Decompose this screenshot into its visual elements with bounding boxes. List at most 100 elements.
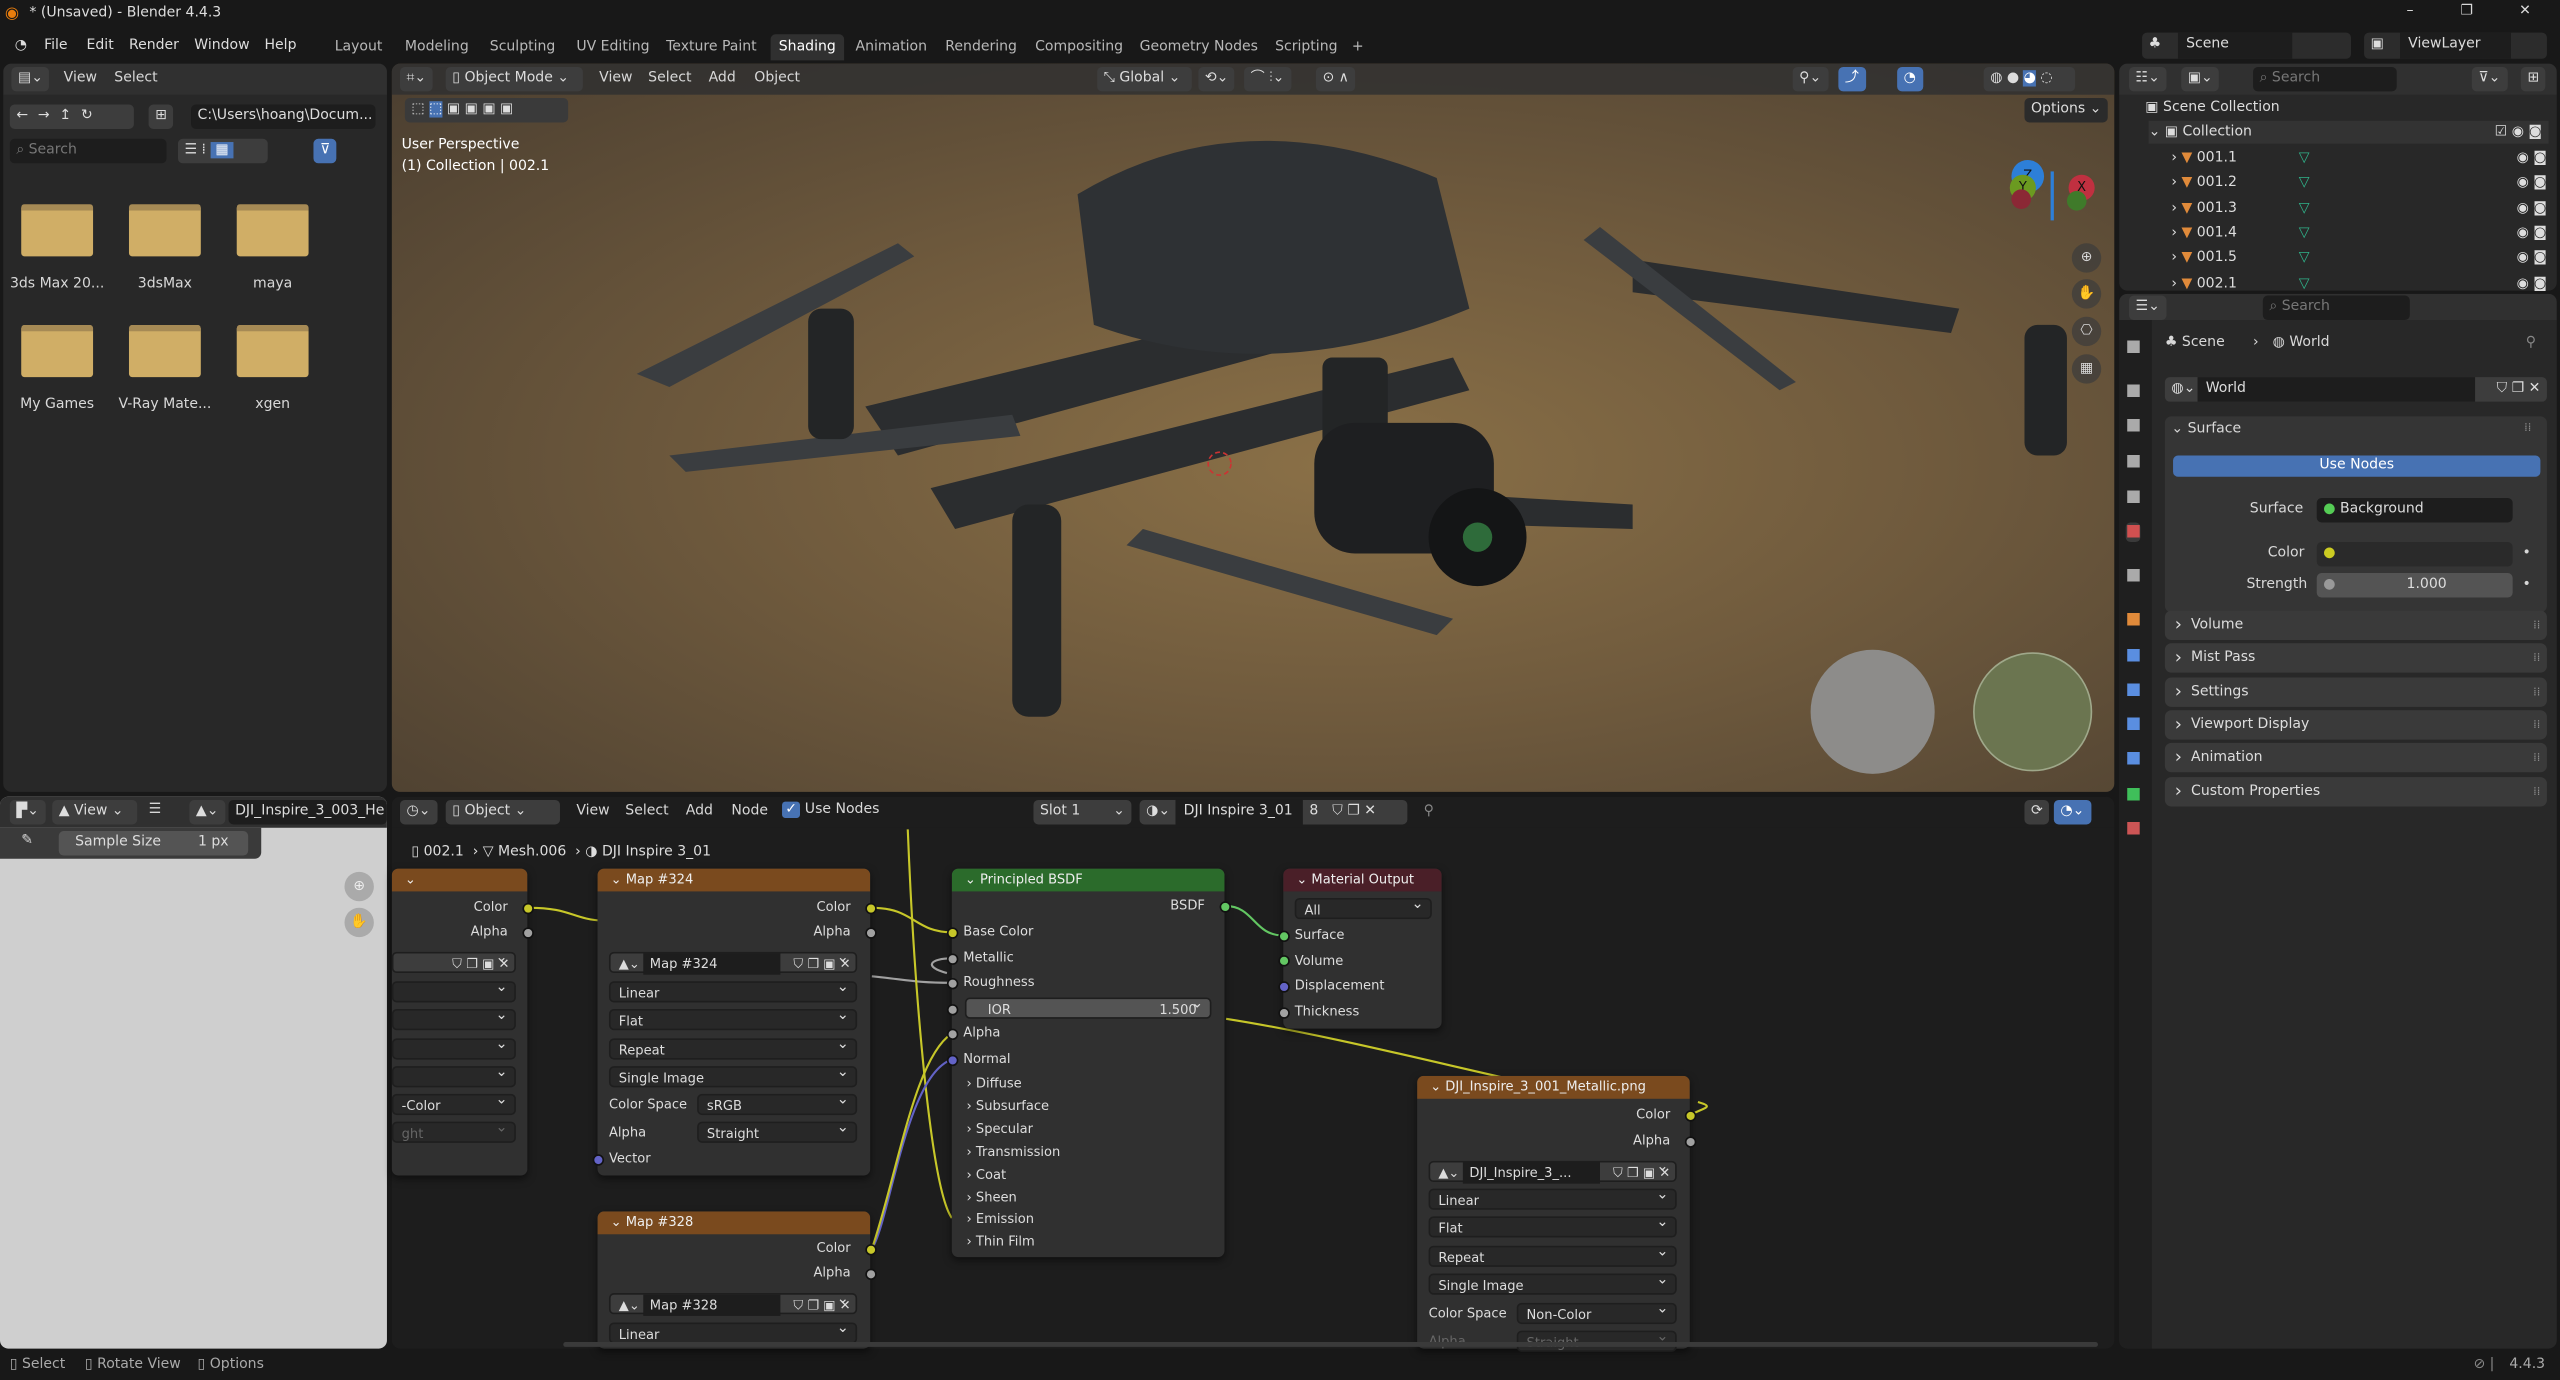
panel-grip-icon[interactable]: ⁞⁞ — [2533, 677, 2540, 706]
pan-hand-icon[interactable]: ✋ — [344, 907, 374, 938]
bsdf-panel-specular[interactable]: › Specular — [967, 1120, 1033, 1140]
image-browse-button[interactable]: ▲⌄ — [189, 799, 225, 825]
visibility-icons[interactable]: ☑ ◉ ◙ — [2495, 121, 2542, 144]
outliner-item[interactable]: › ▼ 001.2 ▽ ◉ ◙ — [2171, 172, 2547, 195]
surface-panel-header[interactable]: ⌄ Surface — [2171, 421, 2241, 437]
keyframe-dot[interactable]: • — [2522, 545, 2530, 561]
panel-grip-icon[interactable]: ⁞⁞ — [2533, 611, 2540, 640]
tab-texture-paint[interactable]: Texture Paint — [658, 34, 765, 60]
alpha-socket[interactable] — [946, 1027, 958, 1040]
bsdf-panel-diffuse[interactable]: › Diffuse — [967, 1074, 1022, 1094]
pan-hand-icon[interactable]: ✋ — [2071, 279, 2102, 309]
properties-tab-collection-icon[interactable]: ■ — [2126, 567, 2141, 587]
roughness-socket[interactable] — [946, 977, 958, 989]
panel-grip-icon[interactable]: ⁞⁞ — [2524, 421, 2553, 434]
normal-socket[interactable] — [946, 1053, 958, 1066]
interpolation-dropdown[interactable]: Linear — [1428, 1185, 1677, 1210]
mesh-data-icon[interactable]: ▽ — [2299, 272, 2310, 295]
texture-option-dropdown[interactable] — [391, 1063, 516, 1088]
properties-tab-scene-icon[interactable]: ■ — [2126, 488, 2141, 508]
drone-model[interactable] — [392, 64, 2114, 792]
folder-item[interactable]: xgen — [222, 318, 323, 432]
bsdf-panel-sheen[interactable]: › Sheen — [967, 1188, 1017, 1208]
properties-tab-tool-icon[interactable]: ■ — [2126, 338, 2141, 358]
panel-grip-icon[interactable]: ⁞⁞ — [2533, 776, 2540, 805]
properties-tab-physics-icon[interactable]: ■ — [2126, 715, 2141, 735]
source-dropdown[interactable]: Single Image — [608, 1063, 858, 1088]
node-editor-scrollbar[interactable] — [563, 1342, 2098, 1347]
visibility-icons[interactable]: ◉ ◙ — [2517, 197, 2547, 220]
zoom-icon[interactable]: ⊕ — [2071, 243, 2102, 273]
source-dropdown[interactable]: Single Image — [1428, 1270, 1677, 1295]
metallic-socket[interactable] — [946, 952, 958, 965]
surface-socket[interactable] — [1277, 929, 1289, 942]
outliner-item[interactable]: › ▼ 001.1 ▽ ◉ ◙ — [2171, 147, 2547, 170]
mesh-data-icon[interactable]: ▽ — [2299, 197, 2310, 220]
alpha-mode-dropdown[interactable]: ght — [391, 1118, 516, 1143]
camera-view-icon[interactable]: ⎔ — [2071, 316, 2102, 347]
hamburger-menu-icon[interactable]: ☰ — [149, 802, 162, 818]
outliner-item[interactable]: › ▼ 001.5 ▽ ◉ ◙ — [2171, 247, 2547, 270]
new-folder-button[interactable]: ⊞ — [148, 104, 174, 129]
menu-view[interactable]: View — [64, 70, 97, 86]
sample-size-field[interactable]: Sample Size 1 px — [58, 831, 249, 856]
properties-tab-output-icon[interactable]: ■ — [2126, 416, 2141, 436]
display-mode-button[interactable]: ☷⌄ — [2128, 66, 2167, 92]
world-datablock[interactable]: ◍⌄ World ⛉ ❐ ✕ — [2164, 377, 2547, 402]
panel-settings[interactable]: Settings⁞⁞ — [2164, 676, 2547, 707]
menu-render[interactable]: Render — [129, 34, 179, 58]
color-socket[interactable] — [864, 902, 876, 914]
filter-button[interactable]: ⊽⌄ — [2471, 66, 2507, 92]
bsdf-panel-subsurface[interactable]: › Subsurface — [967, 1097, 1050, 1117]
new-collection-button[interactable]: ⊞ — [2520, 66, 2546, 92]
visibility-icons[interactable]: ◉ ◙ — [2517, 147, 2547, 170]
properties-tab-constraints-icon[interactable]: ■ — [2126, 749, 2141, 769]
3d-viewport[interactable]: ⌗⌄ ▯ Object Mode ⌄ View Select Add Objec… — [391, 63, 2115, 792]
viewlayer-name[interactable]: ViewLayer — [2399, 32, 2512, 59]
panel-mist-pass[interactable]: Mist Pass⁞⁞ — [2164, 643, 2547, 674]
menu-edit[interactable]: Edit — [87, 34, 114, 58]
filter-button[interactable]: ⊽ — [313, 138, 337, 164]
tab-shading[interactable]: Shading — [770, 34, 844, 61]
search-input[interactable]: ⌕ Search — [9, 138, 167, 164]
panel-animation[interactable]: Animation⁞⁞ — [2164, 743, 2547, 773]
extension-dropdown[interactable]: Repeat — [608, 1035, 858, 1060]
visibility-icons[interactable]: ◉ ◙ — [2517, 172, 2547, 195]
bsdf-panel-emission[interactable]: › Emission — [967, 1210, 1034, 1230]
image-datablock[interactable]: ▲⌄ Map #328 ⛉ ❐ ▣ ✕ — [608, 1290, 858, 1316]
breadcrumb-scene[interactable]: ♣ Scene — [2165, 335, 2225, 351]
panel-viewport-display[interactable]: Viewport Display⁞⁞ — [2164, 710, 2547, 740]
zoom-icon[interactable]: ⊕ — [344, 871, 374, 902]
view-dropdown[interactable]: ▲ View ⌄ — [52, 799, 138, 825]
alpha-mode-dropdown[interactable]: Straight — [697, 1118, 858, 1143]
panel-grip-icon[interactable]: ⁞⁞ — [2533, 644, 2540, 673]
gizmo-neg-x[interactable] — [2011, 189, 2032, 209]
thickness-socket[interactable] — [1277, 1006, 1289, 1019]
tab-animation[interactable]: Animation — [847, 34, 935, 60]
color-socket[interactable] — [1684, 1109, 1696, 1121]
color-field[interactable]: ● — [2316, 542, 2513, 567]
mesh-data-icon[interactable]: ▽ — [2299, 172, 2310, 195]
tab-rendering[interactable]: Rendering — [937, 34, 1025, 60]
properties-tab-world-icon[interactable]: ■ — [2125, 522, 2142, 543]
editor-type-button[interactable]: ▤⌄ — [11, 66, 50, 92]
tab-geometry-nodes[interactable]: Geometry Nodes — [1131, 34, 1266, 60]
mesh-data-icon[interactable]: ▽ — [2299, 147, 2310, 170]
panel-custom-properties[interactable]: Custom Properties⁞⁞ — [2164, 776, 2547, 806]
alpha-socket[interactable] — [521, 926, 534, 938]
bsdf-panel-coat[interactable]: › Coat — [967, 1165, 1007, 1185]
visibility-icons[interactable]: ◉ ◙ — [2517, 222, 2547, 245]
tab-layout[interactable]: Layout — [327, 34, 391, 60]
editor-type-button[interactable]: ☰⌄ — [2128, 295, 2167, 320]
image-datablock[interactable]: ▲⌄ DJI_Inspire_3_... ⛉ ❐ ▣ ✕ — [1428, 1158, 1677, 1184]
close-button[interactable]: ✕ — [2519, 3, 2531, 19]
panel-grip-icon[interactable]: ⁞⁞ — [2533, 743, 2540, 772]
tab-scripting[interactable]: Scripting — [1267, 34, 1346, 60]
extension-dropdown[interactable]: Repeat — [1428, 1242, 1677, 1267]
folder-item[interactable]: maya — [222, 198, 323, 312]
menu-window[interactable]: Window — [194, 34, 249, 58]
properties-tab-object-icon[interactable]: ■ — [2126, 611, 2141, 631]
alpha-socket[interactable] — [864, 1267, 876, 1280]
properties-tab-material-icon[interactable]: ■ — [2126, 820, 2141, 840]
interpolation-dropdown[interactable]: Linear — [608, 1319, 858, 1344]
